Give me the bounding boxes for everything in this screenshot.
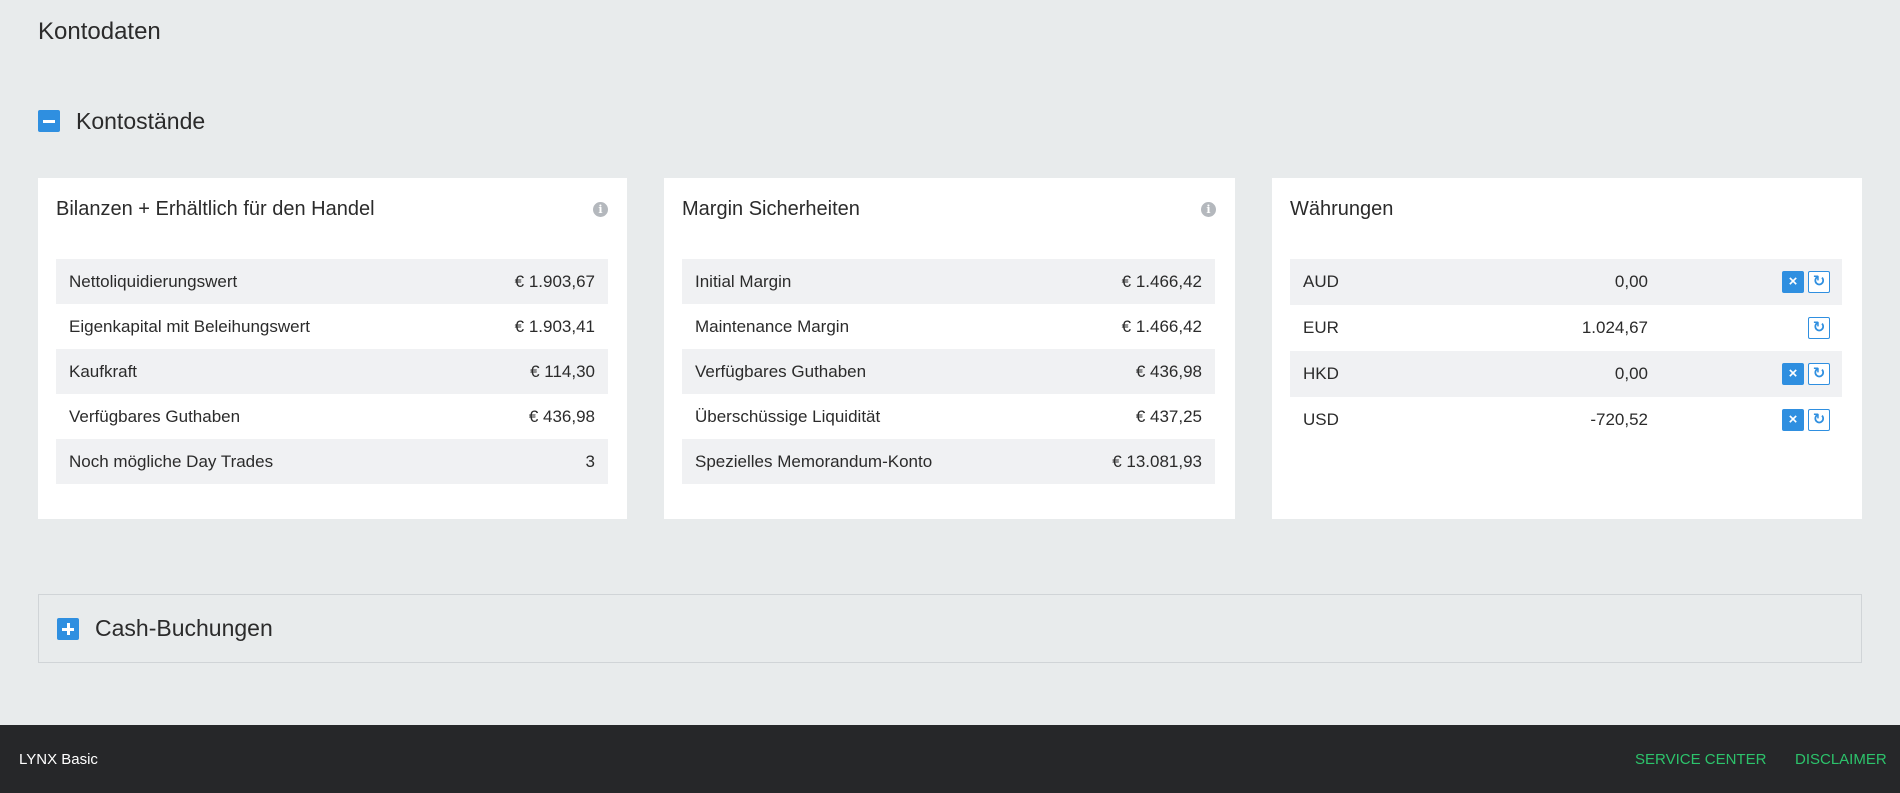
close-icon[interactable]: × [1782,409,1804,431]
expand-icon[interactable] [57,617,79,640]
refresh-icon[interactable]: ↻ [1808,409,1830,431]
row-label: Verfügbares Guthaben [695,361,867,381]
card-title: Bilanzen + Erhältlich für den Handel [56,198,375,220]
row-label: Kaufkraft [69,361,138,381]
row-label: Eigenkapital mit Beleihungswert [69,316,310,336]
row-label: Initial Margin [695,271,792,291]
currencies-card: Währungen AUD 0,00 × ↻ EUR 1.024,67 ↻ HK… [1272,178,1862,519]
list-item: Initial Margin € 1.466,42 [682,259,1215,304]
currency-row: USD -720,52 × ↻ [1290,397,1842,443]
currency-amount: 0,00 [1614,364,1648,383]
row-label: Noch mögliche Day Trades [69,451,274,471]
currency-code: HKD [1303,364,1339,383]
card-title: Margin Sicherheiten [682,198,860,220]
footer-brand: LYNX Basic [19,750,98,768]
currency-code: USD [1303,410,1339,429]
currency-row: EUR 1.024,67 ↻ [1290,305,1842,351]
currency-actions: × ↻ [1782,363,1830,385]
service-center-link[interactable]: SERVICE CENTER [1635,751,1766,768]
row-label: Verfügbares Guthaben [69,406,241,426]
row-value: € 1.466,42 [1121,271,1202,291]
row-value: € 437,25 [1135,406,1202,426]
currency-row: HKD 0,00 × ↻ [1290,351,1842,397]
currency-actions: × ↻ [1782,409,1830,431]
row-value: € 1.903,67 [514,271,595,291]
currency-actions: ↻ [1808,317,1830,339]
close-icon[interactable]: × [1782,271,1804,293]
row-value: € 436,98 [528,406,595,426]
balances-list: Nettoliquidierungswert € 1.903,67 Eigenk… [56,259,608,484]
row-value: € 114,30 [530,361,595,381]
row-value: € 1.466,42 [1121,316,1202,336]
page-title: Kontodaten [38,18,161,45]
section-label-kontostaende: Kontostände [76,107,206,134]
kontostaende-section-header[interactable]: Kontostände [38,104,205,138]
cash-buchungen-panel[interactable]: Cash-Buchungen [38,594,1862,663]
list-item: Überschüssige Liquidität € 437,25 [682,394,1215,439]
collapse-icon[interactable] [38,110,60,132]
currency-list: AUD 0,00 × ↻ EUR 1.024,67 ↻ HKD 0,00 × ↻… [1290,259,1842,443]
list-item: Noch mögliche Day Trades 3 [56,439,608,484]
currency-row: AUD 0,00 × ↻ [1290,259,1842,305]
info-circle-icon[interactable]: i [1201,202,1216,217]
row-label: Überschüssige Liquidität [695,406,881,426]
disclaimer-link[interactable]: DISCLAIMER [1795,751,1887,768]
footer: LYNX Basic SERVICE CENTER DISCLAIMER [0,725,1900,793]
row-value: € 13.081,93 [1112,451,1202,471]
currency-actions: × ↻ [1782,271,1830,293]
currency-amount: 0,00 [1614,272,1648,291]
close-icon[interactable]: × [1782,363,1804,385]
row-label: Spezielles Memorandum-Konto [695,451,933,471]
row-value: 3 [585,451,595,471]
refresh-icon[interactable]: ↻ [1808,317,1830,339]
section-label-cash-buchungen: Cash-Buchungen [95,615,273,641]
list-item: Kaufkraft € 114,30 [56,349,608,394]
currency-code: EUR [1303,318,1339,337]
refresh-icon[interactable]: ↻ [1808,363,1830,385]
list-item: Spezielles Memorandum-Konto € 13.081,93 [682,439,1215,484]
info-circle-icon[interactable]: i [593,202,608,217]
row-value: € 436,98 [1135,361,1202,381]
row-label: Nettoliquidierungswert [69,271,238,291]
list-item: Verfügbares Guthaben € 436,98 [56,394,608,439]
card-title: Währungen [1290,198,1394,220]
currency-amount: 1.024,67 [1581,318,1648,337]
list-item: Nettoliquidierungswert € 1.903,67 [56,259,608,304]
refresh-icon[interactable]: ↻ [1808,271,1830,293]
row-value: € 1.903,41 [514,316,595,336]
currency-code: AUD [1303,272,1339,291]
list-item: Maintenance Margin € 1.466,42 [682,304,1215,349]
list-item: Verfügbares Guthaben € 436,98 [682,349,1215,394]
list-item: Eigenkapital mit Beleihungswert € 1.903,… [56,304,608,349]
margin-list: Initial Margin € 1.466,42 Maintenance Ma… [682,259,1215,484]
margin-card: Margin Sicherheiten i Initial Margin € 1… [664,178,1235,519]
row-label: Maintenance Margin [695,316,850,336]
currency-amount: -720,52 [1590,410,1648,429]
balances-card: Bilanzen + Erhältlich für den Handel i N… [38,178,627,519]
